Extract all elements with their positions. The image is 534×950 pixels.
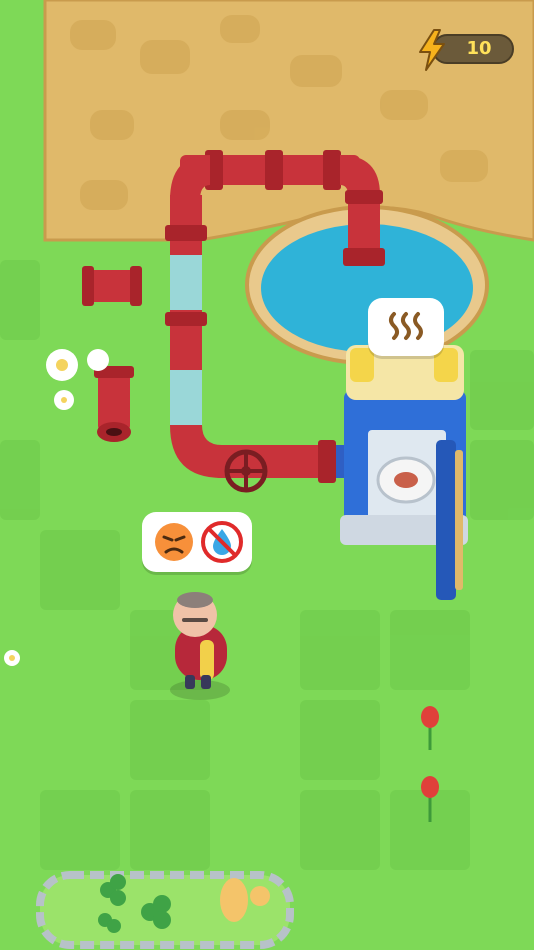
toilet-booth[interactable] <box>340 345 468 600</box>
toilet-status-bubble <box>368 298 444 356</box>
angry-face-icon <box>155 523 193 561</box>
valve-wheel-icon[interactable] <box>224 449 268 493</box>
mood-icons <box>155 521 243 563</box>
energy-counter: 10 <box>416 29 516 71</box>
loose-pipe-vertical[interactable] <box>94 366 134 442</box>
loose-pipe-horizontal[interactable] <box>82 266 142 306</box>
no-water-icon <box>201 521 243 563</box>
garden-bed <box>36 871 294 949</box>
game-scene <box>0 0 534 949</box>
energy-count: 10 <box>466 38 492 59</box>
smell-waves-icon <box>389 312 423 340</box>
lightning-bolt-icon <box>419 29 445 71</box>
customer-character[interactable] <box>170 592 230 700</box>
character-mood-bubble <box>142 512 252 572</box>
